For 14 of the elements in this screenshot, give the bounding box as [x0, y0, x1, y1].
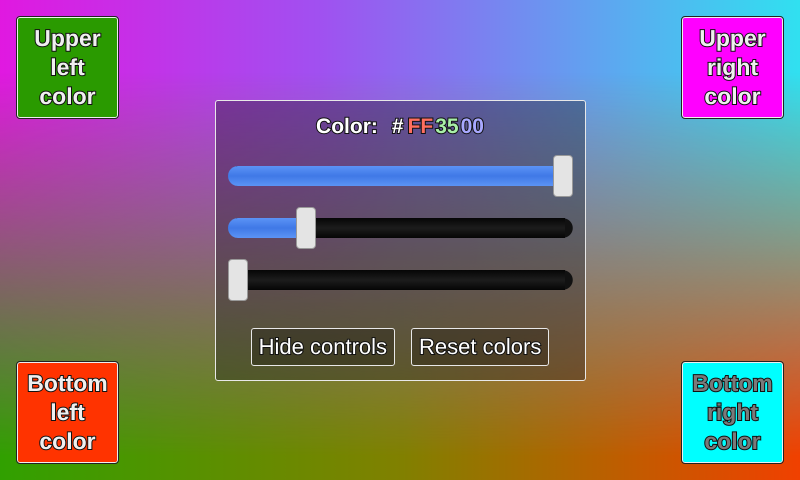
slider-thumb[interactable]: [552, 154, 572, 196]
hash-sign: #: [392, 114, 404, 138]
color-swatch-button[interactable]: Bottom left color: [17, 362, 118, 463]
color-label: Color:: [316, 114, 378, 138]
hex-component: 35: [435, 114, 459, 138]
reset-colors-button[interactable]: Reset colors: [411, 328, 550, 366]
slider-thumb[interactable]: [296, 206, 316, 248]
hex-component: 00: [460, 114, 484, 138]
hex-component: FF: [408, 114, 434, 138]
color-swatch-button[interactable]: Upper left color: [17, 17, 118, 118]
hide-controls-button[interactable]: Hide controls: [250, 328, 396, 366]
slider-thumb[interactable]: [228, 258, 248, 300]
color-swatch-button[interactable]: Bottom right color: [682, 362, 783, 463]
color-swatch-button[interactable]: Upper right color: [682, 17, 783, 118]
